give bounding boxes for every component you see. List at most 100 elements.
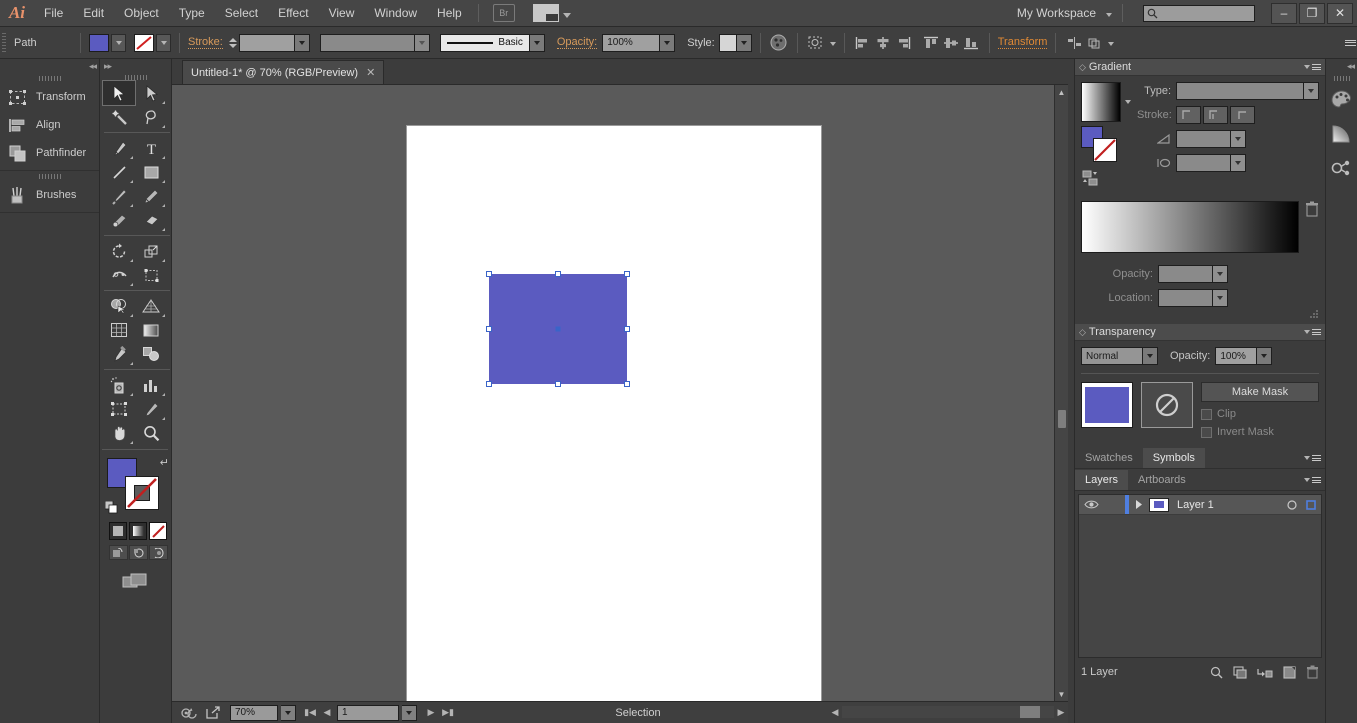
fill-chevron-down-icon[interactable] [111, 33, 126, 52]
artboard[interactable] [406, 125, 822, 701]
last-artboard-icon[interactable]: ▶▮ [441, 705, 455, 721]
draw-behind-icon[interactable] [129, 545, 148, 560]
table-row[interactable]: Layer 1 [1079, 495, 1321, 515]
hand-tool[interactable] [103, 421, 135, 445]
arrange-documents-icon[interactable] [532, 4, 559, 22]
delete-gradient-stop-icon[interactable] [1305, 197, 1319, 217]
selected-rectangle[interactable] [486, 271, 630, 387]
isolate-object-icon[interactable] [1064, 33, 1084, 53]
canvas-horizontal-scrollbar[interactable]: ◀ ▶ [828, 701, 1068, 723]
gradient-aspect-chevron-down-icon[interactable] [1231, 154, 1246, 172]
document-tab[interactable]: Untitled-1* @ 70% (RGB/Preview) ✕ [182, 60, 385, 84]
swap-fill-stroke-icon[interactable]: ↵ [160, 456, 169, 469]
gradient-location-chevron-down-icon[interactable] [1213, 289, 1228, 307]
artboard-tool[interactable] [103, 397, 135, 421]
handle-bottom-left[interactable] [486, 381, 492, 387]
stroke-weight-chevron-down-icon[interactable] [294, 33, 310, 52]
far-dock-grip[interactable] [1326, 73, 1357, 83]
menu-effect[interactable]: Effect [268, 0, 318, 27]
select-similar-chevron-down-icon[interactable] [829, 42, 836, 46]
handle-bottom-center[interactable] [555, 381, 561, 387]
tab-swatches[interactable]: Swatches [1075, 448, 1143, 468]
workspace-label[interactable]: My Workspace [1017, 6, 1098, 20]
line-segment-tool[interactable] [103, 160, 135, 184]
delete-layer-icon[interactable] [1306, 665, 1319, 679]
none-button[interactable] [149, 522, 167, 540]
far-dock-expand-button[interactable]: ◂◂ [1326, 59, 1357, 73]
restore-button[interactable]: ❐ [1299, 2, 1325, 24]
scroll-left-icon[interactable]: ◀ [828, 704, 842, 720]
handle-top-left[interactable] [486, 271, 492, 277]
left-dock-group-1-grip[interactable] [0, 73, 99, 83]
minimize-button[interactable]: – [1271, 2, 1297, 24]
blend-mode-select[interactable]: Normal [1081, 347, 1143, 365]
transparency-opacity-input[interactable]: 100% [1215, 347, 1258, 365]
horizontal-scroll-thumb[interactable] [1020, 706, 1040, 718]
slice-tool[interactable] [135, 397, 167, 421]
make-clipping-mask-icon[interactable] [1233, 665, 1247, 679]
gradient-angle-input[interactable] [1176, 130, 1231, 148]
tab-artboards[interactable]: Artboards [1128, 470, 1196, 490]
scroll-up-icon[interactable]: ▲ [1055, 85, 1068, 99]
gradient-slider[interactable] [1081, 201, 1299, 253]
scale-tool[interactable] [135, 239, 167, 263]
vertical-scroll-thumb[interactable] [1058, 410, 1066, 428]
layer-selection-indicator[interactable] [1301, 499, 1321, 510]
canvas-vertical-scrollbar[interactable]: ▲ ▼ [1054, 85, 1068, 701]
align-left-icon[interactable] [853, 33, 873, 53]
gradient-location-input[interactable] [1158, 289, 1213, 307]
pencil-tool[interactable] [135, 184, 167, 208]
arrange-chevron-down-icon[interactable] [562, 12, 571, 18]
symbol-sprayer-tool[interactable] [103, 373, 135, 397]
menu-view[interactable]: View [319, 0, 365, 27]
tab-symbols[interactable]: Symbols [1142, 448, 1205, 468]
transparency-panel-header[interactable]: ◇ Transparency [1075, 324, 1325, 341]
status-text[interactable]: Selection [458, 707, 818, 719]
search-input[interactable] [1143, 4, 1255, 22]
gradient-panel-menu-icon[interactable] [1304, 63, 1325, 72]
menu-help[interactable]: Help [427, 0, 472, 27]
gradient-angle-chevron-down-icon[interactable] [1231, 130, 1246, 148]
close-icon[interactable]: ✕ [366, 66, 375, 79]
zoom-level-input[interactable]: 70% [230, 704, 278, 721]
shape-builder-tool[interactable] [103, 294, 135, 318]
select-similar-icon[interactable] [806, 33, 826, 53]
handle-top-center[interactable] [555, 271, 561, 277]
blob-brush-tool[interactable] [103, 208, 135, 232]
stroke-weight-input[interactable] [238, 33, 295, 52]
gradient-panel-header[interactable]: ◇ Gradient [1075, 59, 1325, 76]
left-dock-group-2-grip[interactable] [0, 171, 99, 181]
create-new-layer-icon[interactable] [1283, 665, 1296, 679]
clip-checkbox[interactable] [1201, 408, 1212, 420]
horizontal-scroll-track[interactable] [842, 706, 1054, 718]
gradient-type-select[interactable] [1176, 82, 1304, 100]
brush-definition-control[interactable]: Basic [439, 33, 545, 52]
gradient-stroke-swatch[interactable] [1093, 138, 1117, 162]
menu-file[interactable]: File [34, 0, 73, 27]
zoom-tool[interactable] [135, 421, 167, 445]
layers-panel-menu-icon[interactable] [1304, 470, 1325, 490]
transparency-panel-menu-icon[interactable] [1304, 328, 1325, 337]
gradient-opacity-chevron-down-icon[interactable] [1213, 265, 1228, 283]
brush-chevron-down-icon[interactable] [529, 33, 545, 52]
layer-name[interactable]: Layer 1 [1177, 499, 1214, 511]
menu-window[interactable]: Window [364, 0, 427, 27]
gradient-icon[interactable] [1326, 117, 1357, 151]
canvas[interactable] [172, 85, 1068, 701]
screen-mode-button[interactable] [101, 572, 169, 592]
blend-mode-chevron-down-icon[interactable] [1143, 347, 1158, 365]
first-artboard-icon[interactable]: ▮◀ [303, 705, 317, 721]
gradient-reverse-icon[interactable] [1082, 170, 1131, 187]
create-new-sublayer-icon[interactable] [1257, 666, 1273, 679]
stroke-profile-input[interactable] [319, 33, 415, 52]
menu-select[interactable]: Select [215, 0, 268, 27]
sidebar-item-transform[interactable]: Transform [0, 83, 99, 111]
control-bar-menu-icon[interactable] [1343, 27, 1357, 58]
fill-swatch[interactable] [89, 33, 109, 52]
toolbar-stroke-swatch[interactable] [125, 476, 159, 510]
handle-middle-left[interactable] [486, 326, 492, 332]
gradient-stroke-along-button[interactable] [1203, 106, 1228, 124]
gradient-panel-collapse-icon[interactable]: ◇ [1079, 62, 1086, 73]
color-button[interactable] [109, 522, 127, 540]
sidebar-item-brushes[interactable]: Brushes [0, 181, 99, 209]
